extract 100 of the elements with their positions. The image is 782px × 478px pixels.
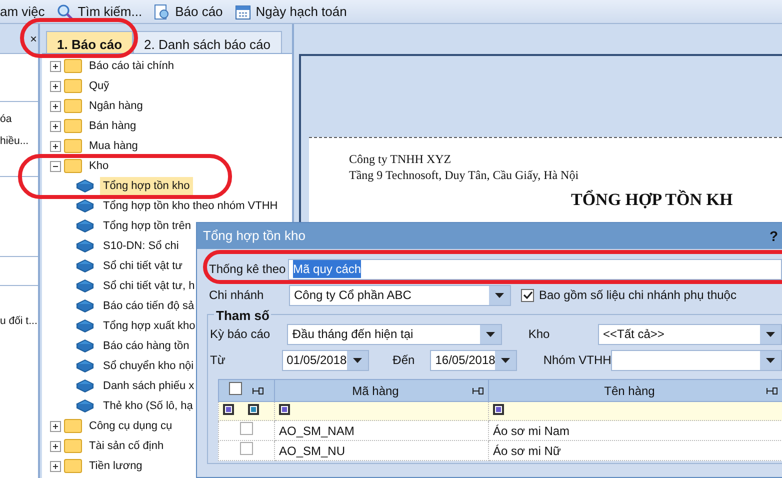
toolbar-button[interactable]: am việc	[0, 2, 45, 22]
tree-item[interactable]: Tổng hợp tồn kho	[100, 176, 193, 196]
expand-icon[interactable]	[50, 100, 61, 112]
tree-item[interactable]: Tổng hợp tồn trên	[100, 216, 194, 236]
folder-icon	[64, 79, 82, 93]
checkbox[interactable]	[240, 422, 253, 434]
tree-item[interactable]: Ngân hàng	[86, 96, 146, 116]
toolbar-button[interactable]: Tìm kiếm...	[78, 2, 142, 22]
tree-item[interactable]: Báo cáo tài chính	[86, 56, 178, 76]
expand-icon[interactable]	[50, 440, 61, 452]
checkbox[interactable]	[521, 288, 534, 302]
book-icon	[76, 239, 94, 253]
folder-icon	[64, 119, 82, 133]
dropdown-button[interactable]	[495, 350, 516, 370]
book-icon	[76, 399, 94, 413]
expand-icon[interactable]	[50, 420, 61, 432]
dropdown-button[interactable]	[346, 350, 368, 370]
tree-item[interactable]: Báo cáo hàng tồn	[100, 336, 192, 356]
book-icon	[76, 179, 94, 193]
filter-icon[interactable]	[248, 404, 259, 415]
expand-icon[interactable]	[50, 60, 61, 72]
column-header[interactable]: Mã hàng	[352, 382, 399, 400]
expand-icon[interactable]	[50, 120, 61, 132]
tree-item[interactable]: Tiền lương	[86, 456, 146, 476]
dropdown-arrow-icon	[766, 358, 775, 362]
search-icon	[56, 4, 73, 20]
table-cell: AO_SM_NU	[274, 440, 488, 460]
text-field[interactable]: Mã quy cách	[288, 258, 782, 280]
filter-icon[interactable]	[279, 404, 290, 415]
book-icon	[76, 339, 94, 353]
tree-item[interactable]: Danh sách phiếu x	[100, 376, 198, 396]
tree-item[interactable]: Kho	[86, 156, 112, 176]
dropdown-button[interactable]	[760, 324, 781, 344]
book-icon	[76, 359, 94, 373]
tree-item[interactable]: Sổ chi tiết vật tư	[100, 256, 186, 276]
tree-item[interactable]: Quỹ	[86, 76, 112, 96]
dropdown-arrow-icon	[352, 358, 362, 362]
calendar-icon	[234, 4, 251, 20]
table-cell: AO_SM_NAM	[274, 420, 488, 440]
expand-icon[interactable]	[50, 80, 61, 92]
expand-icon[interactable]	[50, 460, 61, 472]
dropdown-arrow-icon	[495, 292, 504, 298]
tree-item[interactable]: Tài sản cố định	[86, 436, 167, 456]
dropdown-arrow-icon	[501, 358, 510, 362]
tree-item[interactable]: Công cụ dụng cụ	[86, 416, 176, 436]
warehouse-dropdown[interactable]: <<Tất cả>>	[598, 324, 782, 344]
dropdown-arrow-icon	[486, 332, 496, 336]
list-item-text[interactable]: u đối t...	[0, 314, 38, 330]
tree-item[interactable]: Tổng hợp xuất kho	[100, 316, 198, 336]
book-icon	[76, 199, 94, 213]
field-label: Đến	[392, 352, 416, 369]
date-field[interactable]: 16/05/2018	[430, 350, 518, 370]
book-icon	[76, 379, 94, 393]
filter-icon[interactable]	[493, 404, 504, 415]
folder-icon	[64, 99, 82, 113]
report-title: TỔNG HỢP TỒN KH	[571, 189, 734, 212]
field-label: Chi nhánh	[209, 287, 265, 304]
list-item-text[interactable]: hiều...	[0, 130, 38, 152]
toolbar-button[interactable]: Báo cáo	[175, 2, 223, 22]
tree-item[interactable]: Sổ chi tiết vật tư, h	[100, 276, 198, 296]
company-address: Tầng 9 Technosoft, Duy Tân, Cầu Giấy, Hà Nội	[349, 168, 580, 184]
tree-item[interactable]: Bán hàng	[86, 116, 140, 136]
book-icon	[76, 319, 94, 333]
folder-icon	[64, 139, 82, 153]
expand-icon[interactable]	[50, 140, 61, 152]
list-item-text[interactable]: óa	[0, 108, 38, 130]
book-icon	[76, 259, 94, 273]
period-dropdown[interactable]: Đầu tháng đến hiện tại	[287, 324, 502, 344]
field-label: Từ	[210, 352, 226, 369]
branch-dropdown[interactable]: Công ty Cổ phần ABC	[289, 284, 511, 306]
toolbar-button[interactable]: Ngày hạch toán	[256, 2, 347, 22]
column-header[interactable]: Tên hàng	[604, 382, 655, 400]
collapse-icon[interactable]	[50, 160, 61, 172]
dropdown-arrow-icon	[766, 332, 775, 336]
help-button[interactable]: ?	[769, 226, 778, 246]
check-icon	[522, 290, 532, 300]
close-icon[interactable]: ×	[30, 30, 37, 48]
pin-icon	[766, 386, 778, 394]
filter-icon[interactable]	[223, 404, 234, 415]
date-field[interactable]: 01/05/2018	[282, 350, 369, 370]
checkbox[interactable]	[240, 442, 253, 454]
dropdown-button[interactable]	[760, 350, 781, 370]
tab[interactable]: 1. Báo cáo	[46, 31, 134, 53]
tree-item[interactable]: Báo cáo tiến độ sả	[100, 296, 198, 316]
folder-icon	[64, 459, 82, 473]
field-label: Kho	[528, 326, 551, 343]
company-name: Công ty TNHH XYZ	[349, 152, 452, 168]
tree-item[interactable]: Sổ chuyển kho nội	[100, 356, 197, 376]
dropdown-button[interactable]	[480, 324, 502, 344]
report-icon	[154, 4, 170, 20]
pin-icon	[252, 387, 264, 396]
tree-item[interactable]: Thẻ kho (Số lô, hạ	[100, 396, 196, 416]
tree-item[interactable]: S10-DN: Sổ chi	[100, 236, 182, 256]
dropdown-button[interactable]	[489, 286, 510, 304]
folder-icon	[64, 159, 82, 173]
tree-item[interactable]: Mua hàng	[86, 136, 141, 156]
tree-item[interactable]: Tổng hợp tồn kho theo nhóm VTHH	[100, 196, 281, 216]
tab[interactable]: 2. Danh sách báo cáo	[133, 31, 282, 53]
checkbox[interactable]	[229, 382, 242, 394]
book-icon	[76, 219, 94, 233]
